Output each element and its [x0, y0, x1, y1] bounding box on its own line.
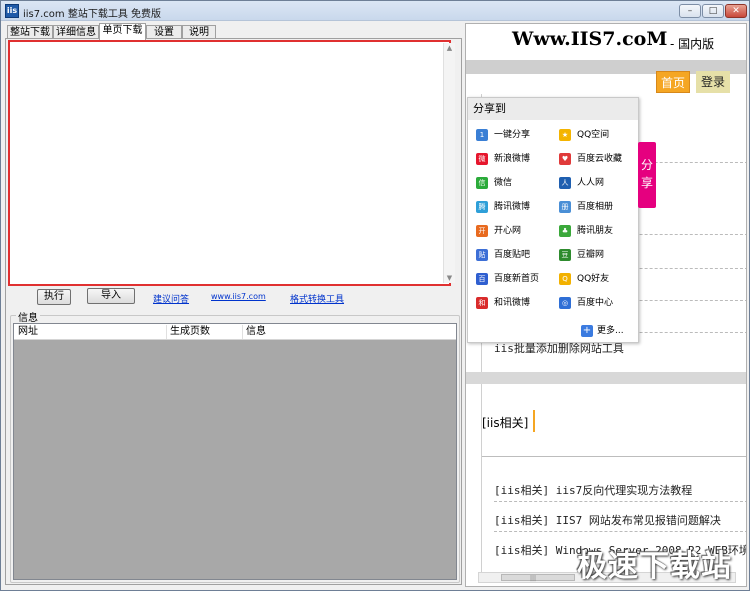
section-separator [466, 372, 746, 384]
site-title: Www.IIS7.coM [512, 28, 668, 50]
app-logo-icon: iis [5, 4, 19, 18]
baidu-center-icon: ◎ [559, 297, 571, 309]
article-link[interactable]: [iis相关] IIS7 网站发布常见报错问题解决 [494, 512, 721, 528]
tab-single-page[interactable]: 单页下载 [99, 23, 146, 40]
title-bar: iis iis7.com 整站下载工具 免费版 – □ ✕ [1, 1, 749, 21]
qzone-icon: ★ [559, 129, 571, 141]
share-popup: 分享到 1 一键分享 ★ QQ空间微新浪微博 ♥ 百度云收藏信微信人人人网腾腾讯微博册百度… [467, 97, 639, 343]
column-divider [242, 325, 243, 339]
tencent-friends-icon: ♣ [559, 225, 571, 237]
minimize-button[interactable]: – [679, 4, 701, 18]
baidu-tieba-icon: 贴 [476, 249, 488, 261]
nav-login-button[interactable]: 登录 [696, 71, 730, 93]
format-convert-link[interactable]: 格式转换工具 [290, 292, 344, 305]
maximize-button[interactable]: □ [702, 4, 724, 18]
baidu-album-icon: 册 [559, 201, 571, 213]
share-item-label: QQ好友 [577, 274, 610, 284]
share-item-label: 百度新首页 [494, 274, 540, 284]
baidu-favorite-icon: ♥ [559, 153, 571, 165]
share-tab-button[interactable]: 分享 [638, 142, 656, 208]
website-link[interactable]: www.iis7.com [211, 292, 266, 301]
share-item-label: 和讯微博 [494, 298, 531, 308]
share-item-label: 腾讯朋友 [577, 226, 614, 236]
import-button[interactable]: 导入 [87, 288, 135, 304]
sina-weibo-icon: 微 [476, 153, 488, 165]
tab-site-download[interactable]: 整站下载 [7, 25, 53, 39]
divider [494, 531, 746, 532]
share-item-label: 百度中心 [577, 298, 614, 308]
kaixin-icon: 开 [476, 225, 488, 237]
scroll-grip: ||| [530, 575, 537, 582]
share-title: 分享到 [468, 98, 638, 120]
tencent-weibo-icon: 腾 [476, 201, 488, 213]
info-group-label: 信息 [16, 309, 40, 324]
share-item-label: 微信 [494, 178, 513, 188]
watermark-text: 极速下载站 [577, 549, 732, 584]
window-title: iis7.com 整站下载工具 免费版 [23, 9, 162, 20]
share-item-label: QQ空间 [577, 130, 610, 140]
share-item-label: 人人网 [577, 178, 605, 188]
share-more-label: 更多... [597, 326, 624, 336]
execute-button[interactable]: 执行 [37, 289, 71, 305]
share-item-label: 百度贴吧 [494, 250, 531, 260]
share-item-label: 百度云收藏 [577, 154, 623, 164]
hexun-weibo-icon: 和 [476, 297, 488, 309]
divider [482, 456, 746, 457]
section-accent [533, 410, 535, 432]
results-list[interactable]: 网址 生成页数 信息 [13, 323, 457, 580]
nav-home-button[interactable]: 首页 [656, 71, 690, 93]
close-button[interactable]: ✕ [725, 4, 747, 18]
column-divider [166, 325, 167, 339]
share-item-label: 一键分享 [494, 130, 531, 140]
url-input-area[interactable] [8, 40, 451, 286]
qq-friends-icon: Q [559, 273, 571, 285]
tab-details[interactable]: 详细信息 [53, 25, 99, 39]
scroll-up-icon[interactable]: ▲ [444, 43, 455, 53]
article-link[interactable]: [iis相关] iis7反向代理实现方法教程 [494, 482, 692, 498]
results-header: 网址 生成页数 信息 [14, 324, 456, 340]
douban-icon: 豆 [559, 249, 571, 261]
section-title: [iis相关] [482, 416, 529, 430]
column-info[interactable]: 信息 [246, 325, 266, 339]
web-preview[interactable]: Www.IIS7.coM - 国内版 首页 登录 iis批量添加删除网站工具 [… [465, 23, 747, 587]
more-icon: + [581, 325, 593, 337]
column-pages[interactable]: 生成页数 [170, 325, 210, 339]
tab-help[interactable]: 说明 [182, 25, 216, 39]
share-item-label: 开心网 [494, 226, 522, 236]
baidu-home-icon: 百 [476, 273, 488, 285]
tab-settings[interactable]: 设置 [146, 25, 182, 39]
url-area-scrollbar[interactable]: ▲ ▼ [443, 43, 455, 283]
site-subtitle: - 国内版 [670, 37, 715, 51]
feedback-link[interactable]: 建议问答 [153, 292, 189, 305]
scroll-thumb[interactable]: ||| [501, 574, 575, 582]
share-item-label: 腾讯微博 [494, 202, 531, 212]
column-url[interactable]: 网址 [18, 325, 38, 339]
share-item-label: 百度相册 [577, 202, 614, 212]
share-item-label: 新浪微博 [494, 154, 531, 164]
divider [494, 501, 746, 502]
app-window: iis iis7.com 整站下载工具 免费版 – □ ✕ 整站下载 详细信息 … [0, 0, 750, 591]
wechat-icon: 信 [476, 177, 488, 189]
one-click-share-icon: 1 [476, 129, 488, 141]
content-border [481, 384, 482, 572]
renren-icon: 人 [559, 177, 571, 189]
share-item-label: 豆瓣网 [577, 250, 605, 260]
scroll-down-icon[interactable]: ▼ [444, 273, 455, 283]
